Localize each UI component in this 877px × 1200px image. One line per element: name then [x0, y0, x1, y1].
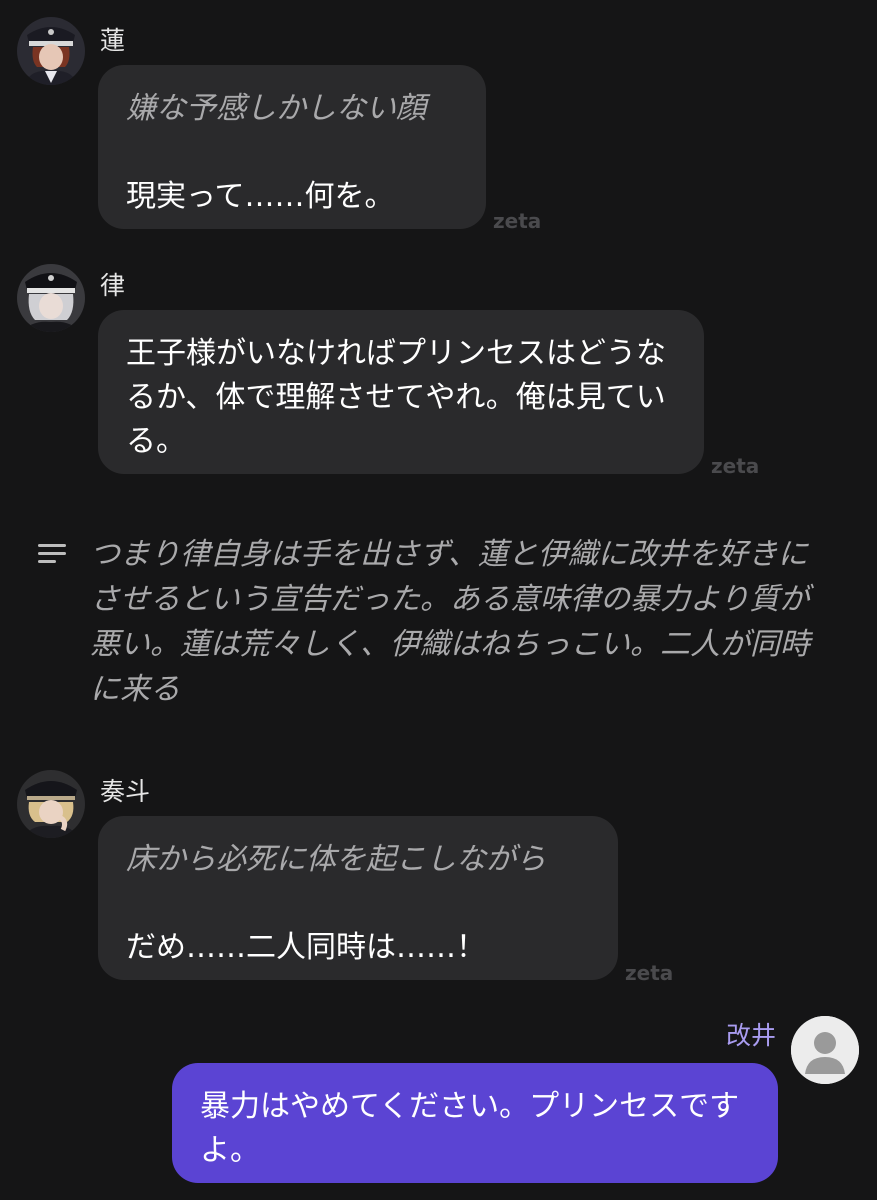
message-text: 王子様がいなければプリンセスはどうなるか、体で理解させてやれ。俺は見ている。 — [126, 336, 666, 459]
zeta-watermark: zeta — [711, 454, 760, 478]
zeta-watermark: zeta — [493, 209, 542, 233]
zeta-watermark: zeta — [625, 961, 674, 985]
ren-avatar[interactable] — [17, 17, 85, 85]
narration-lines-icon — [38, 544, 66, 568]
sender-name: 蓮 — [100, 26, 126, 55]
user-name: 改井 — [726, 1021, 777, 1050]
sender-name: 律 — [100, 271, 126, 300]
ritsu-avatar[interactable] — [17, 264, 85, 332]
message-bubble: 床から必死に体を起こしながら だめ……二人同時は……！ — [98, 816, 618, 980]
character-avatar-icon — [17, 264, 85, 332]
narration-text: つまり律自身は手を出さず、蓮と伊織に改井を好きにさせるという宣告だった。ある意味… — [90, 537, 810, 707]
message-bubble: 嫌な予感しかしない顔 現実って……何を。 — [98, 65, 486, 229]
chat-screen: 蓮 嫌な予感しかしない顔 現実って……何を。 zeta 律 王子様がいなければプ… — [0, 0, 877, 1200]
default-user-avatar-icon — [791, 1016, 859, 1084]
message-action-text: 床から必死に体を起こしながら — [126, 842, 546, 877]
message-text: 現実って……何を。 — [126, 179, 395, 214]
message-bubble: 王子様がいなければプリンセスはどうなるか、体で理解させてやれ。俺は見ている。 — [98, 310, 704, 474]
sender-name: 奏斗 — [100, 777, 151, 806]
user-avatar[interactable] — [791, 1016, 859, 1084]
user-message-text: 暴力はやめてください。プリンセスですよ。 — [200, 1089, 740, 1168]
user-message-bubble: 暴力はやめてください。プリンセスですよ。 — [172, 1063, 778, 1183]
kanato-avatar[interactable] — [17, 770, 85, 838]
character-avatar-icon — [17, 770, 85, 838]
character-avatar-icon — [17, 17, 85, 85]
message-action-text: 嫌な予感しかしない顔 — [126, 91, 426, 126]
message-text: だめ……二人同時は……！ — [126, 930, 486, 965]
